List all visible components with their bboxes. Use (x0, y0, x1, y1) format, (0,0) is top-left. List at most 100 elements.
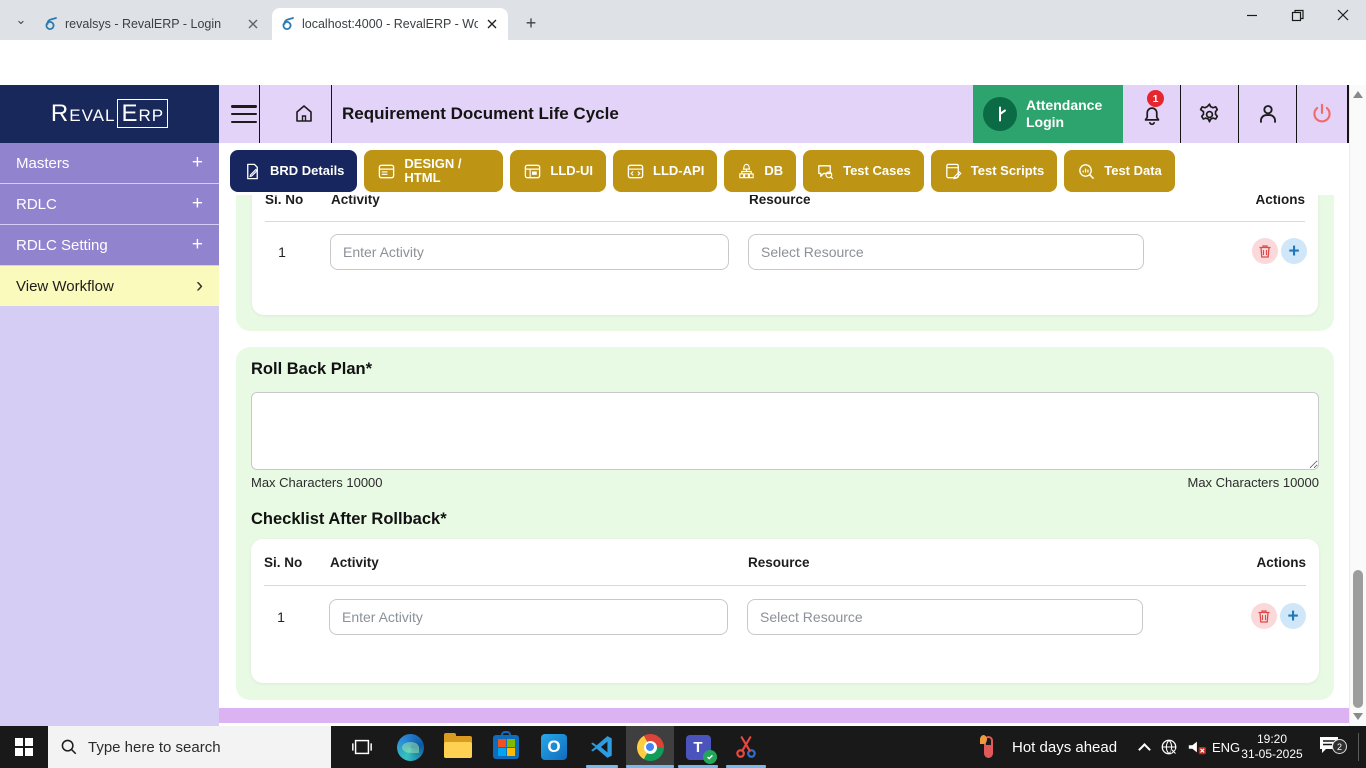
add-row-button[interactable]: + (1281, 238, 1307, 264)
windows-logo-icon (15, 738, 33, 756)
scroll-down-arrow-icon[interactable] (1353, 713, 1363, 720)
logo-text-main: Reval (51, 100, 116, 127)
tab-close-icon[interactable] (484, 16, 500, 32)
start-button[interactable] (0, 726, 48, 768)
browser-tab-workflow[interactable]: localhost:4000 - RevalERP - Wor (272, 8, 508, 40)
page-scrollbar[interactable] (1349, 85, 1366, 726)
sidebar-item-label: View Workflow (16, 278, 196, 295)
col-header-sno: Si. No (265, 195, 303, 207)
plus-icon: + (1287, 607, 1298, 626)
language-indicator[interactable]: ENG (1212, 726, 1240, 768)
sidebar: Masters + RDLC + RDLC Setting + View Wor… (0, 143, 219, 726)
vscode-glyph (589, 734, 615, 760)
col-header-sno: Si. No (264, 555, 302, 570)
sidebar-item-rdlc-setting[interactable]: RDLC Setting + (0, 225, 219, 265)
window-minimize-button[interactable] (1229, 0, 1275, 30)
taskbar-edge-icon[interactable] (386, 726, 434, 768)
hamburger-menu-icon[interactable] (229, 102, 259, 126)
expand-plus-icon[interactable]: + (192, 234, 203, 256)
resource-select[interactable]: Select Resource (748, 234, 1144, 270)
expand-plus-icon[interactable]: + (192, 152, 203, 174)
sidebar-item-masters[interactable]: Masters + (0, 143, 219, 183)
footer-strip (219, 708, 1349, 723)
weather-thermometer-icon[interactable] (984, 726, 993, 768)
taskbar-vscode-icon[interactable] (578, 726, 626, 768)
window-code-icon (626, 162, 645, 181)
tab-label: Test Scripts (971, 164, 1044, 178)
chevron-right-icon: › (196, 274, 203, 298)
user-profile-icon[interactable] (1239, 85, 1296, 143)
tab-label: Test Data (1104, 164, 1162, 178)
tray-chevron-up-icon[interactable] (1140, 726, 1149, 768)
taskbar-teams-icon[interactable]: T (674, 726, 722, 768)
tab-title: localhost:4000 - RevalERP - Wor (302, 17, 478, 31)
tab-design-html[interactable]: DESIGN / HTML (364, 150, 503, 192)
taskbar-store-icon[interactable] (482, 726, 530, 768)
scrollbar-thumb[interactable] (1353, 570, 1363, 708)
taskbar-chrome-icon[interactable] (626, 726, 674, 768)
tab-label: LLD-API (653, 164, 704, 178)
activity-input[interactable] (329, 599, 728, 635)
delete-row-button[interactable] (1251, 603, 1277, 629)
sidebar-item-label: RDLC Setting (16, 237, 192, 254)
tab-close-icon[interactable] (245, 16, 261, 32)
tab-list-chevron-icon[interactable]: ⌄ (10, 10, 32, 30)
resource-select[interactable]: Select Resource (747, 599, 1143, 635)
tab-lld-ui[interactable]: LLD-UI (510, 150, 606, 192)
taskbar-file-explorer-icon[interactable] (434, 726, 482, 768)
sidebar-item-label: RDLC (16, 196, 192, 213)
revalsys-favicon-icon (43, 16, 59, 32)
attendance-login-button[interactable]: AttendanceLogin (973, 85, 1123, 143)
taskbar-outlook-icon[interactable]: O (530, 726, 578, 768)
tab-label: DESIGN / HTML (404, 157, 490, 185)
settings-gear-icon[interactable] (1181, 85, 1238, 143)
window-restore-button[interactable] (1274, 0, 1320, 30)
browser-toolbar: localhost:4000/RDLC/WorkFlow/add ⋮ (0, 40, 1366, 85)
chat-search-icon (816, 162, 835, 181)
revalerp-logo[interactable]: RevalErp (0, 85, 219, 143)
delete-row-button[interactable] (1252, 238, 1278, 264)
attendance-clock-icon (983, 97, 1017, 131)
sidebar-item-view-workflow[interactable]: View Workflow › (0, 266, 219, 306)
rollback-plan-textarea[interactable] (251, 392, 1319, 470)
tab-lld-api[interactable]: LLD-API (613, 150, 717, 192)
logout-power-icon[interactable] (1297, 85, 1347, 143)
expand-plus-icon[interactable]: + (192, 193, 203, 215)
screen: ⌄ revalsys - RevalERP - Login localhost:… (0, 0, 1366, 768)
tab-label: BRD Details (270, 164, 344, 178)
taskbar-clock[interactable]: 19:20 31-05-2025 (1240, 726, 1304, 768)
network-globe-icon[interactable] (1160, 726, 1178, 768)
tab-test-cases[interactable]: Test Cases (803, 150, 924, 192)
app-home-icon[interactable] (291, 102, 317, 126)
script-pen-icon (944, 162, 963, 181)
window-close-button[interactable] (1320, 0, 1366, 30)
tab-test-scripts[interactable]: Test Scripts (931, 150, 1057, 192)
date-text: 31-05-2025 (1241, 747, 1302, 762)
attendance-label-line1: Attendance (1026, 97, 1102, 113)
tab-test-data[interactable]: Test Data (1064, 150, 1175, 192)
col-header-activity: Activity (331, 195, 380, 207)
search-chart-icon (1077, 162, 1096, 181)
volume-muted-icon[interactable] (1186, 726, 1206, 768)
action-center-icon[interactable]: 2 (1318, 726, 1340, 768)
weather-text[interactable]: Hot days ahead (1012, 726, 1117, 768)
window-layout-icon (523, 162, 542, 181)
show-desktop-divider[interactable] (1358, 733, 1359, 761)
new-tab-button[interactable]: + (518, 10, 544, 36)
table-header-divider (264, 585, 1306, 586)
tab-db[interactable]: DB (724, 150, 796, 192)
taskbar-search[interactable]: Type here to search (48, 726, 331, 768)
col-header-actions: Actions (1256, 555, 1306, 570)
task-view-button[interactable] (338, 726, 386, 768)
attendance-label-line2: Login (1026, 114, 1064, 130)
taskbar-snipping-tool-icon[interactable] (722, 726, 770, 768)
sidebar-item-rdlc[interactable]: RDLC + (0, 184, 219, 224)
add-row-button[interactable]: + (1280, 603, 1306, 629)
sidebar-item-label: Masters (16, 155, 192, 172)
tab-brd-details[interactable]: BRD Details (230, 150, 357, 192)
header-divider (259, 85, 260, 143)
activity-input[interactable] (330, 234, 729, 270)
page-title: Requirement Document Life Cycle (342, 104, 619, 124)
scroll-up-arrow-icon[interactable] (1353, 91, 1363, 98)
browser-tab-login[interactable]: revalsys - RevalERP - Login (35, 8, 269, 40)
